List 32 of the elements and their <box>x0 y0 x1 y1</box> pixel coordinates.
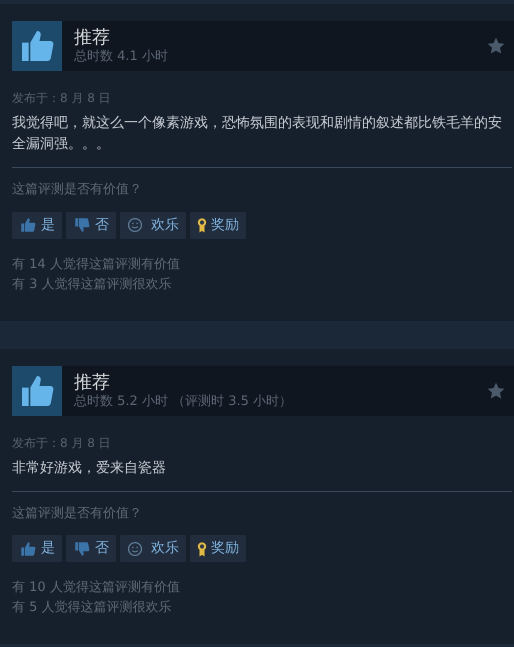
review-verdict: 推荐 <box>74 372 111 394</box>
review-text: 我觉得吧，就这么一个像素游戏，恐怖氛围的表现和剧情的叙述都比铁毛羊的安全漏洞强。。。 <box>12 114 503 154</box>
vote-button[interactable]: 奖励 <box>190 535 246 562</box>
star-icon[interactable] <box>486 380 506 400</box>
smiley-icon <box>127 217 143 233</box>
thumbs-up-icon <box>19 216 37 234</box>
thumbs-up-icon <box>19 540 37 558</box>
posted-date: 发布于：8 月 8 日 <box>12 434 112 452</box>
review-verdict: 推荐 <box>74 27 111 49</box>
posted-date: 发布于：8 月 8 日 <box>12 90 112 107</box>
star-icon[interactable] <box>486 36 506 56</box>
vote-button[interactable]: 欢乐 <box>120 212 186 238</box>
vote-count-text: 有 3 人觉得这篇评测很欢乐 <box>12 276 173 294</box>
playtime-text: 总时数 5.2 小时 （评测时 3.5 小时） <box>74 394 294 410</box>
vote-button[interactable]: 否 <box>66 212 116 238</box>
vote-count-text: 有 5 人觉得这篇评测很欢乐 <box>12 599 173 617</box>
helpful-question: 这篇评测是否有价值？ <box>12 504 143 522</box>
vote-button[interactable]: 是 <box>12 212 62 238</box>
thumbs-down-icon <box>73 540 91 558</box>
vote-count-text: 有 10 人觉得这篇评测有价值 <box>12 579 181 597</box>
thumbs-down-icon <box>73 216 91 234</box>
playtime-text: 总时数 4.1 小时 <box>74 49 169 65</box>
review-text: 非常好游戏，爱来自瓷器 <box>12 458 167 478</box>
smiley-icon <box>127 540 143 556</box>
vote-button[interactable]: 欢乐 <box>120 535 186 562</box>
vote-button[interactable]: 是 <box>12 535 62 562</box>
award-ribbon-icon <box>197 540 207 558</box>
helpful-question: 这篇评测是否有价值？ <box>12 181 143 199</box>
vote-button[interactable]: 否 <box>66 535 116 562</box>
vote-count-text: 有 14 人觉得这篇评测有价值 <box>12 256 181 274</box>
award-ribbon-icon <box>197 216 207 234</box>
vote-button[interactable]: 奖励 <box>190 212 246 238</box>
